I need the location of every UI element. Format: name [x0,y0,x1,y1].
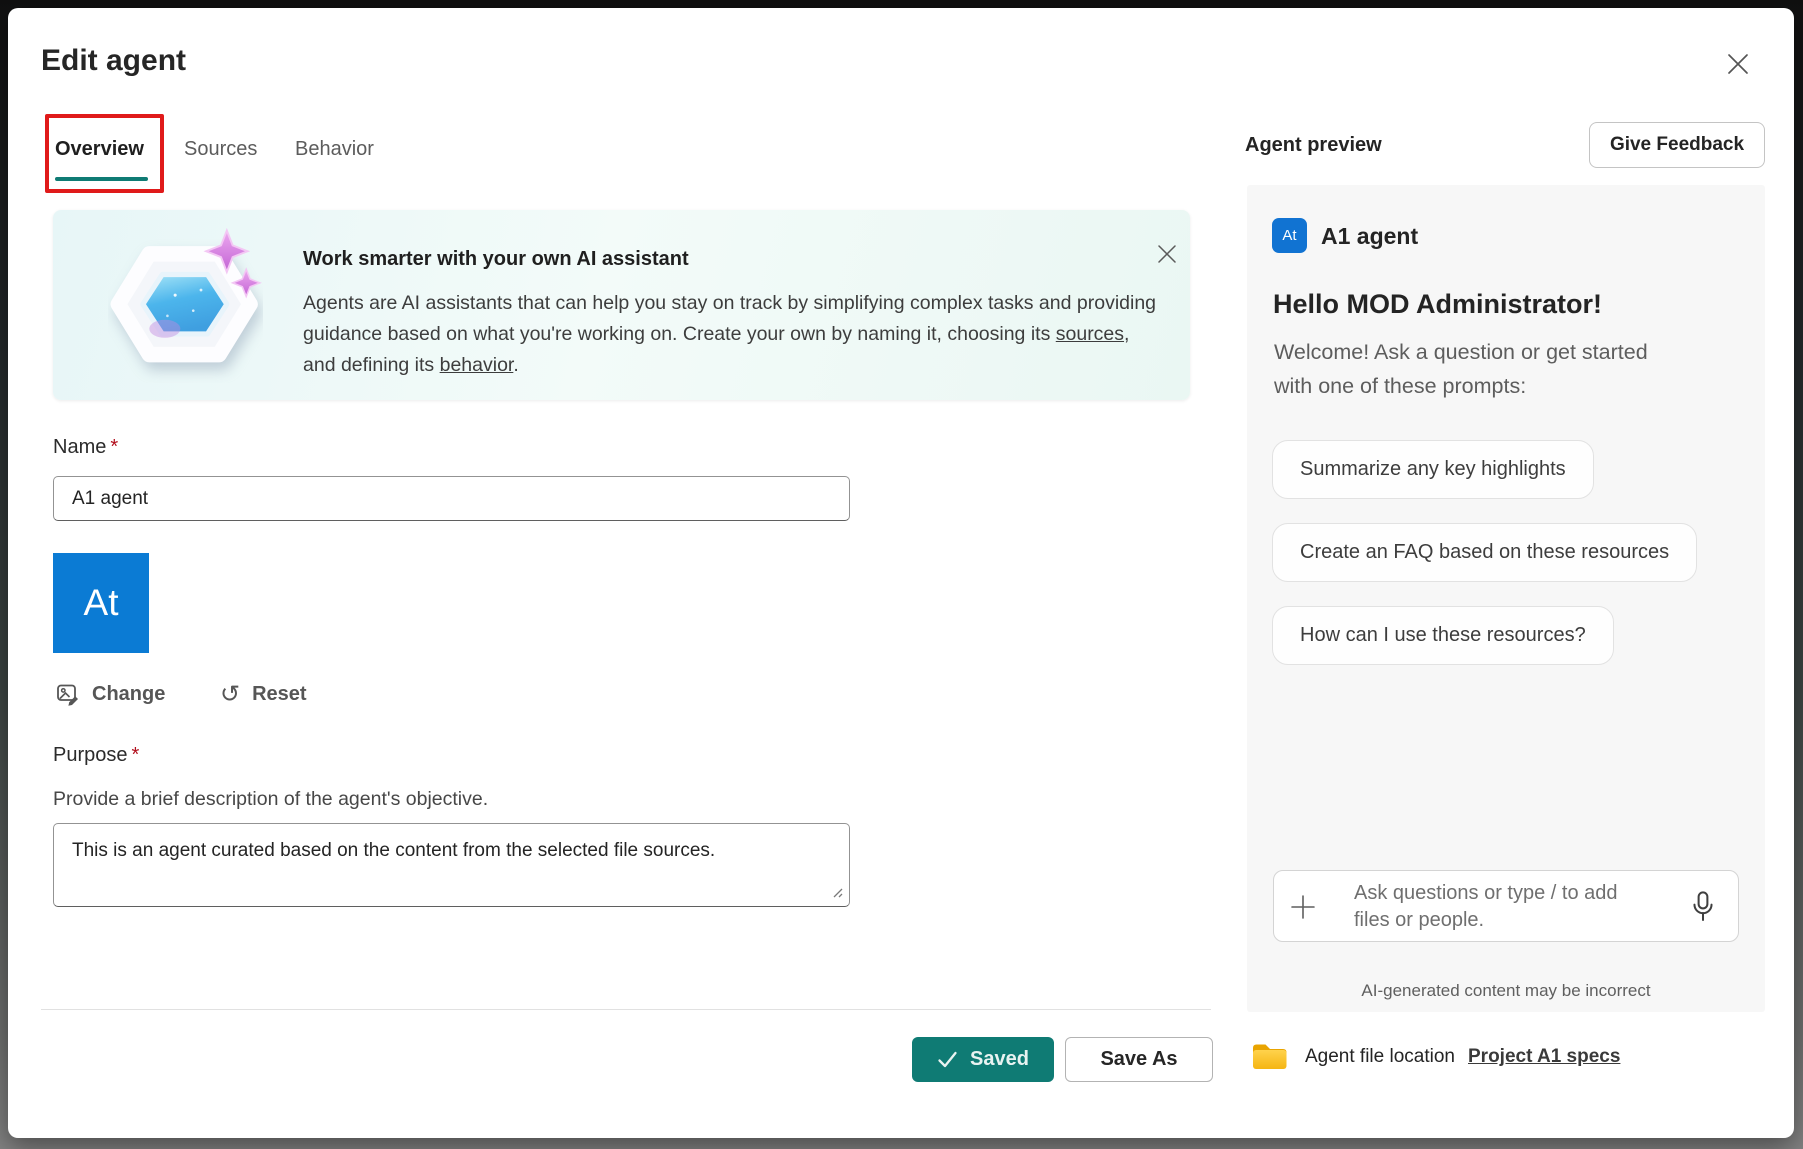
tab-sources[interactable]: Sources [184,138,257,161]
change-avatar-button[interactable]: Change [56,676,165,712]
ai-hexagon-icon [108,228,263,383]
prompt-suggestion[interactable]: Summarize any key highlights [1272,440,1594,499]
purpose-hint: Provide a brief description of the agent… [53,788,488,811]
folder-icon [1251,1040,1289,1072]
behavior-link[interactable]: behavior [440,354,514,376]
dialog-title: Edit agent [41,44,186,78]
prompt-suggestion[interactable]: Create an FAQ based on these resources [1272,523,1697,582]
preview-agent-name: A1 agent [1321,223,1418,250]
save-as-button[interactable]: Save As [1065,1037,1213,1082]
microphone-icon [1691,891,1715,923]
saved-button[interactable]: Saved [912,1037,1054,1082]
check-icon [937,1050,958,1069]
chat-placeholder: Ask questions or type / to add files or … [1354,880,1618,934]
file-location-label: Agent file location [1305,1046,1455,1068]
tab-overview[interactable]: Overview [55,138,144,161]
banner-close-icon[interactable] [1149,236,1185,272]
edit-agent-dialog: Edit agent Overview Sources Behavior [8,8,1794,1138]
reset-avatar-button[interactable]: ↺ Reset [220,676,307,712]
footer-divider [41,1009,1211,1010]
give-feedback-button[interactable]: Give Feedback [1589,122,1765,168]
active-tab-indicator [55,177,148,181]
microphone-button[interactable] [1686,891,1720,925]
plus-icon [1289,893,1317,921]
prompt-suggestion[interactable]: How can I use these resources? [1272,606,1614,665]
purpose-label: Purpose* [53,744,139,767]
add-attachment-button[interactable] [1288,893,1318,923]
purpose-textarea[interactable]: This is an agent curated based on the co… [53,823,850,907]
greeting-heading: Hello MOD Administrator! [1273,289,1602,320]
required-asterisk: * [110,436,118,458]
agent-badge: At [1272,218,1307,253]
tab-behavior[interactable]: Behavior [295,138,374,161]
ai-disclaimer: AI-generated content may be incorrect [1247,981,1765,1001]
close-icon[interactable] [1716,42,1760,86]
welcome-text: Welcome! Ask a question or get started w… [1274,335,1648,403]
agent-preview-heading: Agent preview [1245,134,1382,157]
ai-assistant-banner: Work smarter with your own AI assistant … [53,210,1190,400]
file-location-link[interactable]: Project A1 specs [1468,1046,1620,1068]
agent-avatar: At [53,553,149,653]
banner-title: Work smarter with your own AI assistant [303,248,689,271]
name-label: Name* [53,436,118,459]
sources-link[interactable]: sources [1056,323,1124,345]
reset-icon: ↺ [220,683,240,705]
chat-input[interactable]: Ask questions or type / to add files or … [1273,870,1739,942]
agent-preview-panel: At A1 agent Hello MOD Administrator! Wel… [1247,185,1765,1012]
edit-image-icon [56,682,80,706]
name-input[interactable] [53,476,850,521]
required-asterisk: * [132,744,140,766]
banner-description: Agents are AI assistants that can help y… [303,288,1158,381]
